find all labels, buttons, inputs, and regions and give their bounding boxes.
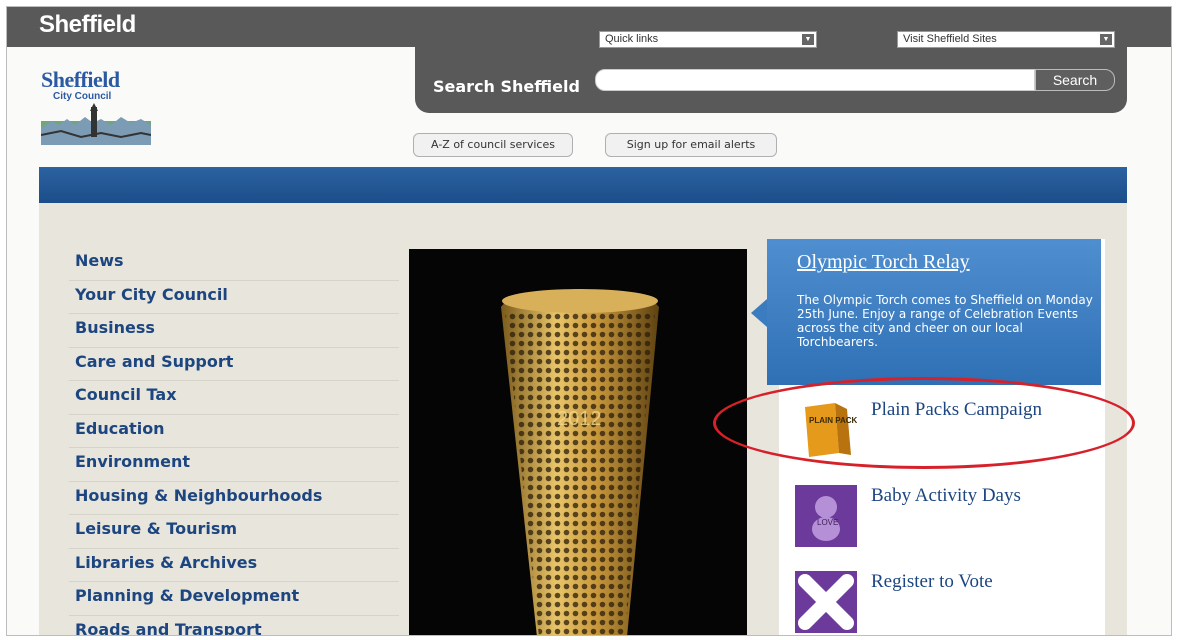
nav-item-education[interactable]: Education [69,415,399,448]
svg-text:2012: 2012 [557,408,602,430]
nav-item-planning-development[interactable]: Planning & Development [69,582,399,616]
nav-item-housing[interactable]: Housing & Neighbourhoods [69,482,399,515]
nav-item-your-city-council[interactable]: Your City Council [69,281,399,314]
skyline-icon [40,103,152,145]
promo-register-vote[interactable]: Register to Vote [795,571,1125,635]
search-input[interactable] [595,69,1035,91]
promo-baby-activity[interactable]: LOVE Baby Activity Days [795,485,1125,551]
callout-pointer [751,299,767,327]
feature-title-link[interactable]: Olympic Torch Relay [797,251,970,274]
baby-icon: LOVE [795,485,857,547]
thumb-text: LOVE [817,518,838,527]
dropdown-arrow-icon: ▼ [802,34,814,45]
blue-nav-band [39,167,1127,203]
logo-subtitle: City Council [53,91,112,102]
logo-name: Sheffield [41,67,120,92]
nav-item-news[interactable]: News [69,247,399,281]
nav-item-care-and-support[interactable]: Care and Support [69,348,399,381]
dropdown-arrow-icon: ▼ [1100,34,1112,45]
search-panel: Quick links ▼ Visit Sheffield Sites ▼ Se… [415,7,1127,113]
az-services-button[interactable]: A-Z of council services [413,133,573,157]
nav-item-council-tax[interactable]: Council Tax [69,381,399,415]
main-content: News Your City Council Business Care and… [39,203,1135,636]
sidebar-nav: News Your City Council Business Care and… [69,247,399,636]
quick-links-label: Quick links [605,33,659,45]
visit-sites-select[interactable]: Visit Sheffield Sites ▼ [897,31,1115,48]
search-button[interactable]: Search [1035,69,1115,91]
nav-item-environment[interactable]: Environment [69,448,399,482]
site-name[interactable]: Sheffield [39,11,136,39]
feature-description: The Olympic Torch comes to Sheffield on … [797,293,1093,349]
nav-item-libraries-archives[interactable]: Libraries & Archives [69,549,399,582]
visit-sites-label: Visit Sheffield Sites [903,33,997,45]
council-logo[interactable]: Sheffield City Council [40,67,152,159]
highlight-circle-annotation [713,377,1135,469]
nav-item-roads-transport[interactable]: Roads and Transport [69,616,399,636]
promo-title: Register to Vote [871,571,993,592]
olympic-torch-icon: 2012 [501,289,659,635]
quick-links-select[interactable]: Quick links ▼ [599,31,817,48]
browser-page: Sheffield Quick links ▼ Visit Sheffield … [6,6,1172,636]
search-label: Search Sheffield [433,77,580,96]
email-alerts-button[interactable]: Sign up for email alerts [605,133,777,157]
promo-title: Baby Activity Days [871,485,1021,506]
nav-item-business[interactable]: Business [69,314,399,348]
ballot-cross-icon [795,571,857,633]
hero-torch-image[interactable]: 2012 [409,249,747,635]
nav-item-leisure-tourism[interactable]: Leisure & Tourism [69,515,399,549]
